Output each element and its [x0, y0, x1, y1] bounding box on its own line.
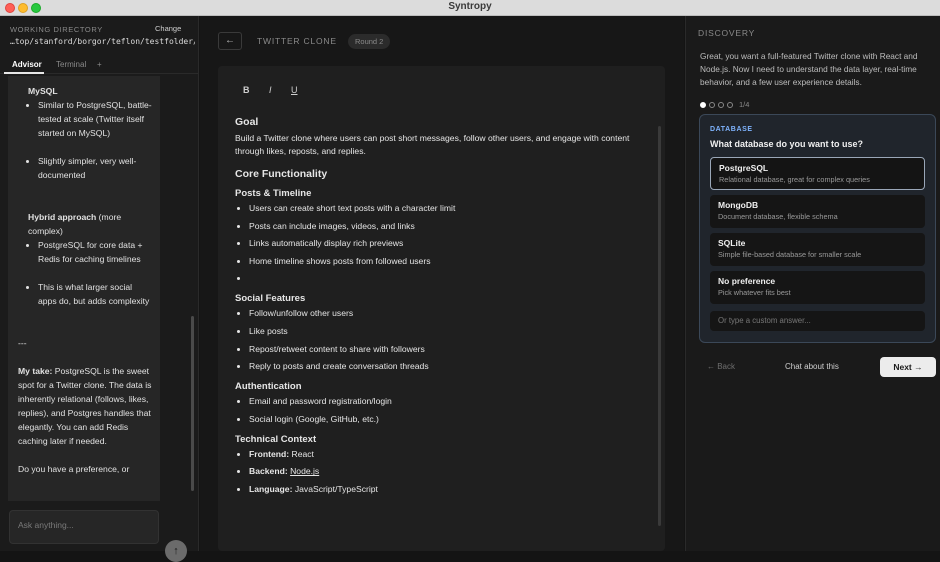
- tab-terminal[interactable]: Terminal: [56, 60, 86, 69]
- option-sqlite[interactable]: SQLite Simple file-based database for sm…: [710, 233, 925, 266]
- list-item: Home timeline shows posts from followed …: [249, 255, 635, 268]
- chat-bullet: Similar to PostgreSQL, battle-tested at …: [38, 98, 152, 140]
- back-button[interactable]: ← Back: [707, 362, 735, 371]
- hybrid-heading: Hybrid approach (more complex): [28, 212, 122, 236]
- chat-about-this-button[interactable]: Chat about this: [785, 362, 839, 371]
- active-tab-indicator: [4, 72, 44, 74]
- title-bar: Syntropy: [0, 0, 940, 16]
- option-mongodb[interactable]: MongoDB Document database, flexible sche…: [710, 195, 925, 228]
- step-dot: [700, 101, 706, 108]
- list-item: Email and password registration/login: [249, 395, 635, 408]
- document-title: TWITTER CLONE: [257, 36, 337, 46]
- add-tab-button[interactable]: +: [97, 60, 102, 69]
- chat-recommendation: My take: PostgreSQL is the sweet spot fo…: [18, 366, 152, 446]
- list-item: Language: JavaScript/TypeScript: [249, 483, 635, 496]
- list-item: Posts can include images, videos, and li…: [249, 220, 635, 233]
- list-item: Reply to posts and create conversation t…: [249, 360, 635, 373]
- list-item: Links automatically display rich preview…: [249, 237, 635, 250]
- next-button[interactable]: Next →: [880, 357, 936, 377]
- chat-question: Do you have a preference, or: [18, 464, 130, 474]
- underline-button[interactable]: U: [291, 85, 298, 95]
- ask-input[interactable]: Ask anything...: [9, 510, 159, 544]
- editor-scrollbar[interactable]: [658, 126, 661, 526]
- option-postgresql[interactable]: PostgreSQL Relational database, great fo…: [710, 157, 925, 190]
- option-description: Simple file-based database for smaller s…: [718, 250, 862, 259]
- spec-editor[interactable]: B I U Goal Build a Twitter clone where u…: [218, 66, 665, 551]
- custom-answer-input[interactable]: Or type a custom answer...: [710, 311, 925, 331]
- step-dot: [718, 101, 724, 108]
- goal-text: Build a Twitter clone where users can po…: [235, 133, 630, 156]
- send-arrow-icon[interactable]: ↑: [165, 540, 187, 562]
- step-count: 1/4: [739, 100, 750, 110]
- discovery-intro: Great, you want a full-featured Twitter …: [700, 51, 918, 87]
- list-item: Repost/retweet content to share with fol…: [249, 343, 635, 356]
- option-description: Relational database, great for complex q…: [719, 175, 870, 184]
- option-description: Pick whatever fits best: [718, 288, 791, 297]
- step-indicator: 1/4: [700, 96, 749, 114]
- option-name: MongoDB: [718, 200, 759, 210]
- working-directory-path: …top/stanford/borgor/teflon/testfolder/: [10, 37, 195, 46]
- list-item: Users can create short text posts with a…: [249, 202, 635, 215]
- chat-bullet: Slightly simpler, very well-documented: [38, 154, 152, 182]
- option-name: No preference: [718, 276, 776, 286]
- mysql-heading: MySQL: [28, 86, 58, 96]
- sidebar-tabs: Advisor Terminal +: [0, 56, 199, 74]
- auth-heading: Authentication: [235, 381, 302, 393]
- discovery-title: DISCOVERY: [698, 28, 756, 38]
- chat-separator: ---: [18, 338, 27, 348]
- list-item: Frontend: React: [249, 448, 635, 461]
- advisor-sidebar: WORKING DIRECTORY Change …top/stanford/b…: [0, 16, 199, 562]
- option-name: SQLite: [718, 238, 746, 248]
- social-list: Follow/unfollow other users Like posts R…: [249, 307, 635, 373]
- back-arrow-icon[interactable]: ←: [218, 32, 242, 50]
- list-item: Backend: Node.js: [249, 465, 635, 478]
- window-title: Syntropy: [448, 1, 492, 12]
- bold-button[interactable]: B: [243, 85, 250, 95]
- core-heading: Core Functionality: [235, 168, 328, 180]
- document-content[interactable]: Goal Build a Twitter clone where users c…: [235, 116, 635, 501]
- list-item: [249, 272, 635, 285]
- option-name: PostgreSQL: [719, 163, 769, 173]
- chat-bullet: This is what larger social apps do, but …: [38, 280, 152, 308]
- option-description: Document database, flexible schema: [718, 212, 838, 221]
- auth-list: Email and password registration/login So…: [249, 395, 635, 426]
- change-directory-button[interactable]: Change: [155, 24, 181, 33]
- tab-advisor[interactable]: Advisor: [12, 60, 42, 69]
- chat-bullet: PostgreSQL for core data + Redis for cac…: [38, 238, 152, 266]
- step-dot: [709, 101, 715, 108]
- chat-scrollbar-thumb[interactable]: [191, 316, 194, 491]
- step-dot: [727, 101, 733, 108]
- question-category: DATABASE: [710, 126, 753, 133]
- tech-heading: Technical Context: [235, 433, 317, 445]
- list-item: Follow/unfollow other users: [249, 307, 635, 320]
- advisor-chat-log: MySQL Similar to PostgreSQL, battle-test…: [8, 76, 160, 501]
- tech-list: Frontend: React Backend: Node.js Languag…: [249, 448, 635, 496]
- posts-list: Users can create short text posts with a…: [249, 202, 635, 285]
- round-badge: Round 2: [348, 34, 391, 49]
- discovery-panel: DISCOVERY Great, you want a full-feature…: [685, 16, 940, 551]
- posts-heading: Posts & Timeline: [235, 188, 312, 199]
- document-pane: ← TWITTER CLONE Round 2 B I U Goal Build…: [200, 16, 684, 551]
- social-heading: Social Features: [235, 293, 306, 305]
- italic-button[interactable]: I: [269, 85, 272, 95]
- list-item: Like posts: [249, 325, 635, 338]
- goal-heading: Goal: [235, 116, 259, 128]
- list-item: Social login (Google, GitHub, etc.): [249, 413, 635, 426]
- question-card: DATABASE What database do you want to us…: [699, 114, 936, 343]
- question-text: What database do you want to use?: [710, 139, 864, 149]
- option-no-preference[interactable]: No preference Pick whatever fits best: [710, 271, 925, 304]
- working-directory-label: WORKING DIRECTORY: [10, 25, 103, 34]
